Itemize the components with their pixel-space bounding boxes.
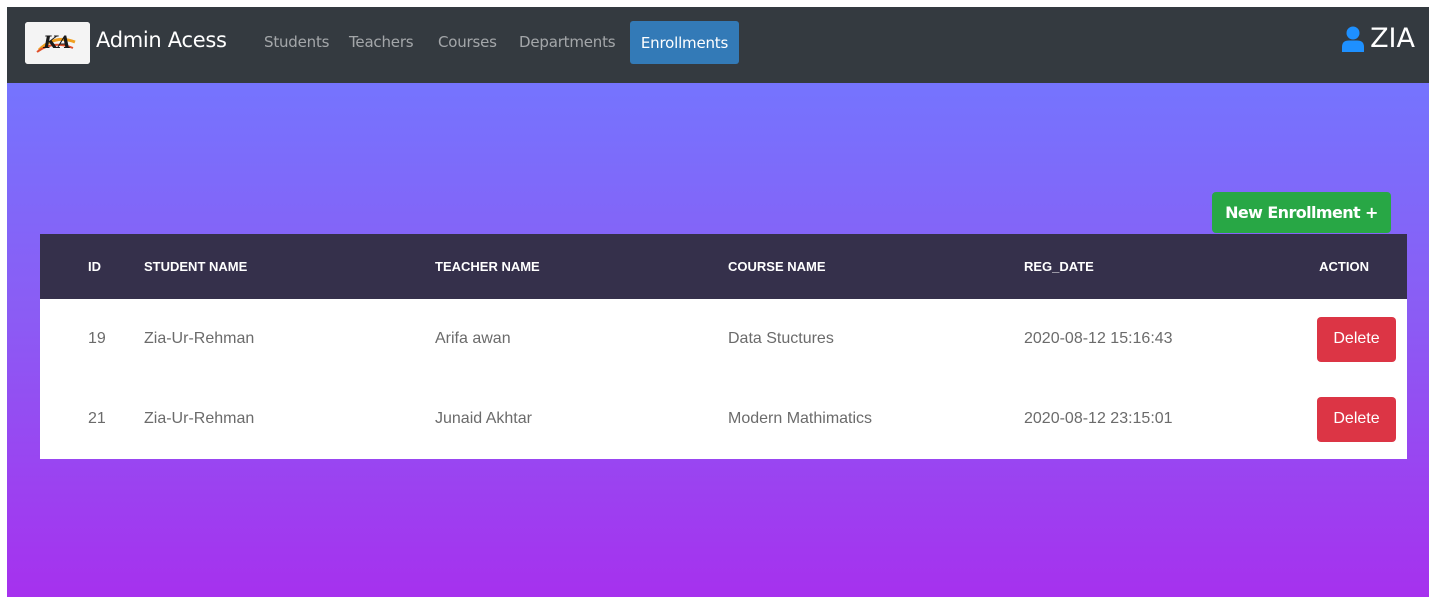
nav-link-enrollments[interactable]: Enrollments: [630, 21, 739, 64]
header-course-name: COURSE NAME: [728, 259, 826, 274]
brand-logo[interactable]: KA: [25, 22, 90, 64]
nav-link-teachers[interactable]: Teachers: [349, 33, 414, 51]
nav-link-courses[interactable]: Courses: [438, 33, 497, 51]
table-body: 19 Zia-Ur-Rehman Arifa awan Data Stuctur…: [40, 299, 1407, 459]
logo-image: KA: [25, 22, 90, 64]
header-student-name: STUDENT NAME: [144, 259, 248, 274]
new-enrollment-button[interactable]: New Enrollment +: [1212, 192, 1391, 233]
cell-reg-date: 2020-08-12 23:15:01: [1024, 410, 1173, 427]
cell-id: 21: [88, 410, 106, 427]
top-navbar: KA Admin Acess Students Teachers Courses…: [7, 7, 1429, 83]
table-row: 21 Zia-Ur-Rehman Junaid Akhtar Modern Ma…: [40, 379, 1407, 459]
nav-link-departments[interactable]: Departments: [519, 33, 616, 51]
user-icon: [1342, 26, 1365, 52]
cell-course-name: Modern Mathimatics: [728, 410, 873, 427]
nav-link-students[interactable]: Students: [264, 33, 329, 51]
header-reg-date: REG_DATE: [1024, 259, 1094, 274]
table-header-row: ID STUDENT NAME TEACHER NAME COURSE NAME…: [40, 234, 1407, 299]
app-frame: KA Admin Acess Students Teachers Courses…: [7, 7, 1429, 597]
delete-button[interactable]: Delete: [1317, 396, 1396, 442]
cell-id: 19: [88, 330, 106, 347]
brand-title[interactable]: Admin Acess: [96, 28, 227, 52]
logo-text: KA: [42, 33, 70, 53]
main-content: New Enrollment + ID STUDENT NAME TEACHER…: [7, 83, 1429, 597]
cell-teacher-name: Arifa awan: [435, 330, 511, 347]
user-name: ZIA: [1370, 23, 1415, 54]
header-action: ACTION: [1319, 259, 1369, 274]
cell-course-name: Data Stuctures: [728, 330, 834, 347]
header-id: ID: [88, 259, 101, 274]
user-menu[interactable]: ZIA: [1342, 23, 1415, 54]
table-row: 19 Zia-Ur-Rehman Arifa awan Data Stuctur…: [40, 299, 1407, 379]
delete-button[interactable]: Delete: [1317, 316, 1396, 362]
table-header: ID STUDENT NAME TEACHER NAME COURSE NAME…: [40, 234, 1407, 299]
cell-teacher-name: Junaid Akhtar: [435, 410, 532, 427]
cell-action: Delete: [1294, 299, 1407, 379]
cell-action: Delete: [1294, 379, 1407, 459]
cell-student-name: Zia-Ur-Rehman: [144, 410, 255, 427]
enrollments-table-container: ID STUDENT NAME TEACHER NAME COURSE NAME…: [40, 234, 1407, 459]
cell-reg-date: 2020-08-12 15:16:43: [1024, 330, 1173, 347]
header-teacher-name: TEACHER NAME: [435, 259, 540, 274]
cell-student-name: Zia-Ur-Rehman: [144, 330, 255, 347]
enrollments-table: ID STUDENT NAME TEACHER NAME COURSE NAME…: [40, 234, 1407, 459]
